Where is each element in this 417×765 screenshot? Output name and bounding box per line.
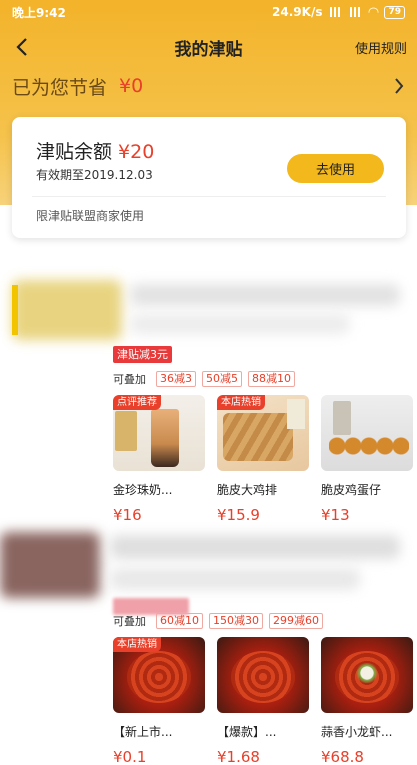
store-2-name-blurred [110,535,400,559]
product-image [321,395,413,471]
store-2-info-blurred [110,568,360,590]
status-indicators: 24.9K/s ◠ 79 [272,5,405,20]
product-image: 本店热销 [113,637,205,713]
store-1-coupon-row: 可叠加 36减3 50减5 88减10 [113,370,295,387]
product-badge: 本店热销 [113,637,161,652]
coupon-badge: 36减3 [156,370,196,387]
product-price: ¥68.8 [321,748,364,765]
coupon-badge: 60减10 [156,612,203,629]
stackable-label: 可叠加 [113,614,146,628]
product-card[interactable]: 点评推荐 金珍珠奶... ¥16 [113,395,205,524]
usage-rules-link[interactable]: 使用规则 [355,38,407,57]
coupon-badge: 299减60 [269,612,323,629]
wifi-icon: ◠ [368,4,379,20]
signal-icon-2 [348,7,363,17]
product-card[interactable]: 本店热销 【新上市... ¥0.1 [113,637,205,765]
product-image [321,637,413,713]
store-1-info-blurred [130,314,350,334]
store-2-coupon-row: 可叠加 60减10 150减30 299减60 [113,612,323,629]
store-1-products: 点评推荐 金珍珠奶... ¥16 本店热销 脆皮大鸡排 ¥15.9 脆皮鸡蛋仔 … [113,395,413,524]
product-name: 【爆款】... [217,725,277,739]
chevron-right-icon [395,78,404,94]
product-name: 脆皮鸡蛋仔 [321,483,382,497]
product-image [217,637,309,713]
allowance-balance-amount: ¥20 [118,141,155,163]
battery-icon: 79 [384,5,405,19]
product-image: 点评推荐 [113,395,205,471]
allowance-balance-label: 津贴余额 [36,141,113,163]
stackable-label: 可叠加 [113,372,146,386]
product-image: 本店热销 [217,395,309,471]
coupon-badge: 50减5 [202,370,242,387]
allowance-limit-note: 限津贴联盟商家使用 [36,209,145,223]
nav-bar: 我的津贴 使用规则 [0,30,417,64]
product-name: 蒜香小龙虾... [321,725,393,739]
product-name: 金珍珠奶... [113,483,173,497]
store-1-logo-blurred [12,280,122,340]
product-badge: 本店热销 [217,395,265,410]
use-now-button[interactable]: 去使用 [287,154,384,183]
product-price: ¥0.1 [113,748,147,765]
product-price: ¥16 [113,506,142,524]
store-2-logo-blurred [0,532,100,598]
card-divider [32,196,386,197]
allowance-discount-tag: 津贴减3元 [113,346,172,363]
signal-icon [328,7,343,17]
product-card[interactable]: 脆皮鸡蛋仔 ¥13 [321,395,413,524]
product-card[interactable]: 蒜香小龙虾... ¥68.8 [321,637,413,765]
coupon-badge: 88减10 [248,370,295,387]
store-2-products: 本店热销 【新上市... ¥0.1 【爆款】... ¥1.68 蒜香小龙虾...… [113,637,413,765]
product-name: 【新上市... [113,725,173,739]
status-bar: 晚上9:42 24.9K/s ◠ 79 [0,0,417,24]
network-speed: 24.9K/s [272,5,323,19]
chevron-left-icon [16,38,27,56]
product-price: ¥13 [321,506,350,524]
product-badge: 点评推荐 [113,395,161,410]
coupon-badge: 150减30 [209,612,263,629]
savings-label: 已为您节省 [12,76,108,99]
product-card[interactable]: 本店热销 脆皮大鸡排 ¥15.9 [217,395,309,524]
allowance-balance: 津贴余额 ¥20 [36,137,154,164]
product-name: 脆皮大鸡排 [217,483,278,497]
product-price: ¥15.9 [217,506,260,524]
allowance-card: 津贴余额 ¥20 有效期至2019.12.03 去使用 限津贴联盟商家使用 [12,117,406,238]
product-card[interactable]: 【爆款】... ¥1.68 [217,637,309,765]
page-title: 我的津贴 [174,39,243,60]
status-time: 晚上9:42 [12,5,66,20]
store-1-accent-bar [12,285,18,335]
product-price: ¥1.68 [217,748,260,765]
savings-row[interactable]: 已为您节省 ¥0 [0,70,417,102]
store-1-name-blurred [130,284,400,306]
allowance-expiry: 有效期至2019.12.03 [36,168,153,182]
back-button[interactable] [8,33,36,61]
savings-value: ¥0 [119,75,144,97]
